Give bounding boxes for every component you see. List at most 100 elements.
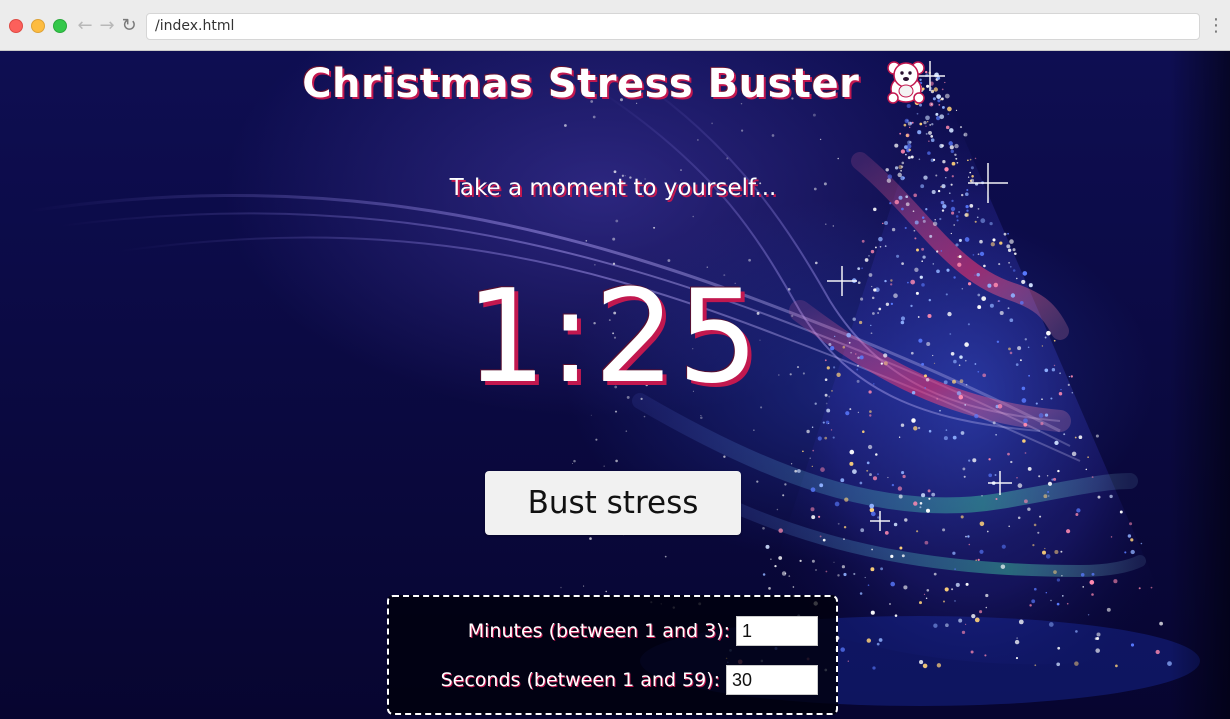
tree-sparkle	[1053, 570, 1057, 574]
tree-sparkle	[988, 473, 993, 478]
tree-sparkle	[1046, 475, 1049, 477]
tree-sparkle	[964, 237, 970, 242]
ribbon-sparkle	[595, 438, 598, 441]
tree-sparkle	[861, 239, 865, 243]
tree-sparkle	[1003, 232, 1007, 236]
address-bar[interactable]: /index.html	[146, 13, 1200, 40]
tree-sparkle	[870, 249, 875, 254]
tree-sparkle	[947, 106, 952, 112]
tree-sparkle	[917, 426, 921, 430]
tree-sparkle	[893, 522, 898, 527]
vertical-dots-icon[interactable]: ⋮	[1207, 16, 1225, 36]
tree-sparkle	[994, 474, 997, 476]
arrow-left-icon[interactable]: ←	[75, 16, 95, 36]
tree-sparkle	[1054, 440, 1059, 446]
tree-sparkle	[931, 492, 936, 497]
tree-sparkle	[935, 112, 939, 116]
tree-sparkle	[969, 204, 974, 208]
tree-sparkle	[969, 171, 972, 174]
browser-window: ← → ↻ /index.html ⋮ Christmas Stress Bus…	[0, 0, 1230, 719]
tree-sparkle	[870, 567, 875, 572]
tree-sparkle	[864, 576, 866, 579]
ribbon-sparkle	[571, 462, 574, 465]
tree-sparkle	[1113, 579, 1118, 584]
tree-sparkle	[1015, 657, 1019, 660]
tree-sparkle	[894, 143, 899, 148]
tree-sparkle	[979, 239, 983, 244]
tree-sparkle	[1075, 630, 1078, 633]
tree-sparkle	[841, 565, 846, 569]
tree-sparkle	[1138, 587, 1141, 590]
ribbon-sparkle	[667, 259, 671, 262]
tree-sparkle	[955, 582, 960, 587]
seconds-input[interactable]	[726, 665, 818, 695]
tree-sparkle	[963, 475, 966, 478]
reload-icon[interactable]: ↻	[119, 16, 139, 36]
tree-sparkle	[951, 161, 956, 166]
tree-sparkle	[866, 469, 869, 472]
tree-sparkle	[877, 473, 879, 476]
minutes-row: Minutes (between 1 and 3):	[468, 616, 818, 646]
minimize-window-button[interactable]	[31, 19, 45, 33]
tree-sparkle	[928, 130, 932, 135]
tree-sparkle	[1000, 564, 1006, 569]
tree-sparkle	[927, 151, 931, 155]
tree-sparkle	[1044, 413, 1049, 417]
tree-sparkle	[933, 572, 937, 576]
tree-sparkle	[1119, 510, 1123, 514]
tree-sparkle	[1096, 636, 1100, 641]
tree-sparkle	[824, 436, 828, 440]
tree-sparkle	[977, 253, 980, 256]
tree-sparkle	[928, 140, 930, 142]
tree-sparkle	[1018, 619, 1024, 625]
tree-sparkle	[930, 135, 934, 138]
teddy-bear-icon	[887, 61, 925, 104]
tree-sparkle	[872, 476, 878, 481]
tree-sparkle	[806, 429, 810, 434]
tree-sparkle	[797, 469, 801, 473]
tree-sparkle	[985, 606, 988, 609]
tree-sparkle	[1047, 491, 1050, 493]
tree-sparkle	[972, 254, 975, 256]
tree-sparkle	[888, 602, 892, 606]
tree-sparkle	[955, 109, 958, 112]
bust-stress-button[interactable]: Bust stress	[485, 471, 741, 535]
close-window-button[interactable]	[9, 19, 23, 33]
tree-sparkle	[918, 158, 921, 161]
tree-sparkle	[980, 218, 986, 224]
tree-sparkle	[1040, 422, 1044, 426]
tree-sparkle	[1006, 244, 1011, 249]
tree-sparkle	[979, 521, 985, 527]
maximize-window-button[interactable]	[53, 19, 67, 33]
tree-sparkle	[901, 471, 905, 475]
tree-sparkle	[916, 248, 919, 252]
tree-sparkle	[921, 493, 926, 498]
tree-sparkle	[949, 128, 954, 133]
tree-sparkle	[879, 245, 882, 248]
tree-sparkle	[1074, 436, 1077, 439]
ribbon-sparkle	[615, 459, 618, 463]
tree-sparkle	[1089, 580, 1095, 585]
tree-sparkle	[778, 528, 783, 533]
tree-sparkle	[922, 219, 926, 223]
tree-sparkle	[871, 548, 873, 551]
tree-sparkle	[992, 238, 996, 242]
tree-sparkle	[989, 221, 993, 226]
minutes-input[interactable]	[736, 616, 818, 646]
seconds-label: Seconds (between 1 and 59):	[440, 669, 720, 691]
tree-sparkle	[964, 623, 967, 626]
tree-sparkle	[960, 515, 964, 519]
arrow-right-icon[interactable]: →	[97, 16, 117, 36]
ribbon-sparkle	[776, 508, 779, 511]
tree-sparkle	[880, 567, 884, 571]
tree-sparkle	[868, 255, 870, 257]
browser-toolbar: ← → ↻ /index.html ⋮	[0, 0, 1230, 51]
tree-sparkle	[1048, 622, 1054, 627]
tree-sparkle	[1023, 418, 1028, 424]
tree-sparkle	[925, 125, 927, 127]
tree-sparkle	[941, 209, 945, 212]
tree-sparkle	[1033, 523, 1037, 527]
tree-sparkle	[928, 497, 931, 500]
tree-sparkle	[817, 436, 822, 441]
tree-sparkle	[1087, 614, 1090, 616]
